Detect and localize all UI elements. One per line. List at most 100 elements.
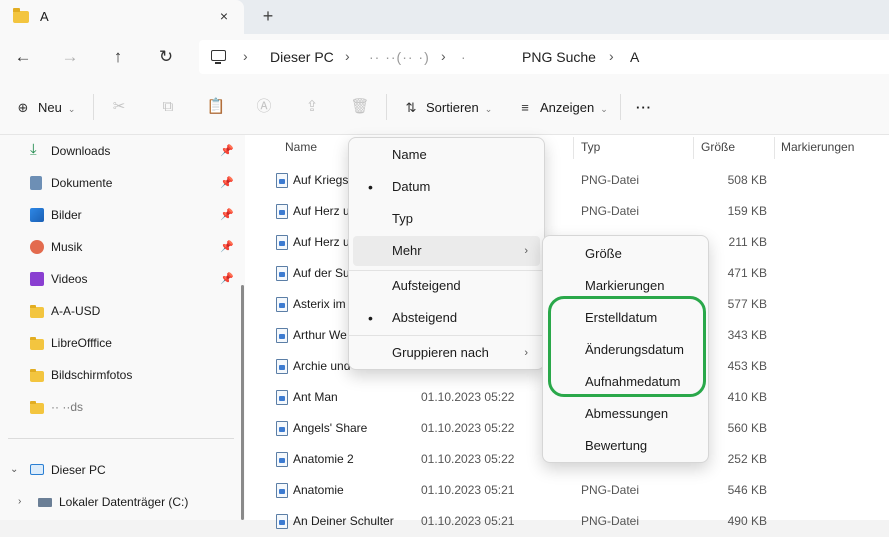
png-file-icon: [276, 328, 288, 343]
delete-icon[interactable]: 🗑: [349, 96, 371, 118]
menu-item-type[interactable]: Typ: [353, 204, 540, 234]
chevron-right-icon[interactable]: ›: [18, 496, 21, 507]
column-header-size[interactable]: Größe: [701, 140, 735, 154]
file-name: Anatomie 2: [293, 452, 354, 466]
menu-item-date[interactable]: • Datum: [353, 172, 540, 202]
music-icon: [30, 240, 44, 254]
pin-icon[interactable]: 📌: [220, 268, 234, 290]
menu-item-descending[interactable]: • Absteigend: [353, 303, 540, 333]
menu-item-rating[interactable]: Bewertung: [547, 431, 704, 461]
sort-icon: ⇅: [405, 100, 417, 115]
column-divider[interactable]: [774, 137, 775, 159]
sidebar-item-pictures[interactable]: Bilder 📌: [30, 204, 235, 226]
toolbar-divider: [620, 94, 621, 120]
pin-icon[interactable]: 📌: [220, 236, 234, 258]
column-header-name[interactable]: Name: [285, 140, 317, 154]
menu-item-dimensions[interactable]: Abmessungen: [547, 399, 704, 429]
tab-bar: A × +: [0, 0, 889, 34]
pin-icon[interactable]: 📌: [220, 140, 234, 162]
chevron-right-icon: ›: [524, 347, 528, 359]
sidebar-item-downloads[interactable]: ⤓ Downloads 📌: [30, 140, 235, 162]
file-name: Anatomie: [293, 483, 344, 497]
chevron-right-icon[interactable]: ›: [345, 48, 350, 64]
png-file-icon: [276, 452, 288, 467]
sort-button[interactable]: ⇅ Sortieren ⌄: [402, 98, 493, 118]
sidebar-item-libreoffice[interactable]: LibreOfffice: [30, 332, 235, 354]
pin-icon[interactable]: 📌: [220, 204, 234, 226]
menu-item-group-by[interactable]: Gruppieren nach ›: [353, 338, 540, 368]
table-row[interactable]: Auf Kriegs PNG-Datei 508 KB: [245, 165, 889, 196]
sidebar-item-label: Musik: [51, 240, 83, 254]
file-size: 490 KB: [727, 514, 767, 528]
sidebar-item-bildschirmfotos[interactable]: Bildschirmfotos: [30, 364, 235, 386]
file-type: PNG-Datei: [581, 204, 640, 218]
menu-item-label: Gruppieren nach: [392, 345, 489, 360]
breadcrumb-this-pc[interactable]: Dieser PC: [270, 49, 334, 65]
column-header-type[interactable]: Typ: [581, 140, 600, 154]
chevron-right-icon[interactable]: ›: [441, 48, 446, 64]
png-file-icon: [276, 514, 288, 529]
refresh-icon[interactable]: ↻: [154, 46, 178, 68]
column-divider[interactable]: [693, 137, 694, 159]
share-icon[interactable]: ⇪: [301, 96, 323, 118]
address-bar[interactable]: › Dieser PC › ·· ··(·· ·) › · PNG Suche …: [199, 40, 889, 74]
rename-icon[interactable]: Ⓐ: [253, 96, 275, 118]
chevron-down-icon[interactable]: ⌄: [10, 464, 18, 475]
column-header-tags[interactable]: Markierungen: [781, 140, 854, 154]
menu-item-more[interactable]: Mehr ›: [353, 236, 540, 266]
sort-menu: Name • Datum Typ Mehr › Aufsteigend • Abste…: [348, 137, 545, 370]
close-icon[interactable]: ×: [215, 7, 233, 25]
table-row[interactable]: An Deiner Schulter 01.10.2023 05:21 PNG-Da…: [245, 506, 889, 537]
cut-icon[interactable]: ✂: [108, 96, 130, 118]
paste-icon[interactable]: 📋: [205, 96, 227, 118]
computer-icon: [30, 464, 44, 475]
pin-icon[interactable]: 📌: [220, 172, 234, 194]
file-name: Arthur We: [293, 328, 347, 342]
nav-scrollbar[interactable]: [241, 285, 244, 520]
file-name: Asterix im: [293, 297, 346, 311]
new-tab-icon[interactable]: +: [258, 6, 278, 26]
sidebar-item-local-disk[interactable]: Lokaler Datenträger (C:): [38, 491, 243, 513]
toolbar-divider: [386, 94, 387, 120]
more-options-icon[interactable]: ···: [636, 98, 652, 118]
up-icon[interactable]: ↑: [106, 46, 130, 68]
menu-item-ascending[interactable]: Aufsteigend: [353, 271, 540, 301]
file-size: 577 KB: [727, 297, 767, 311]
file-name: Angels' Share: [293, 421, 368, 435]
chevron-right-icon[interactable]: ›: [243, 48, 248, 64]
column-divider[interactable]: [573, 137, 574, 159]
breadcrumb-a[interactable]: A: [630, 49, 639, 65]
file-size: 343 KB: [727, 328, 767, 342]
breadcrumb-png-suche[interactable]: PNG Suche: [522, 49, 596, 65]
sidebar-item-documents[interactable]: Dokumente 📌: [30, 172, 235, 194]
view-button[interactable]: ≡ Anzeigen ⌄: [516, 98, 608, 118]
file-name: An Deiner Schulter: [293, 514, 394, 528]
sidebar-item-label: Bildschirmfotos: [51, 368, 133, 382]
file-size: 453 KB: [727, 359, 767, 373]
back-icon[interactable]: ←: [11, 46, 35, 68]
menu-item-label: Absteigend: [392, 310, 458, 325]
menu-item-name[interactable]: Name: [353, 140, 540, 170]
sidebar-item-blurred[interactable]: ·· ··ds: [30, 396, 235, 418]
table-row[interactable]: Anatomie 01.10.2023 05:21 PNG-Datei 546 KB: [245, 475, 889, 506]
forward-icon[interactable]: →: [58, 46, 82, 68]
png-file-icon: [276, 297, 288, 312]
copy-icon[interactable]: ⧉: [157, 96, 179, 118]
png-file-icon: [276, 359, 288, 374]
tab-a[interactable]: A ×: [0, 0, 244, 34]
menu-item-label: Mehr: [392, 243, 422, 258]
new-button[interactable]: ⊕ Neu ⌄: [14, 98, 76, 118]
breadcrumb-blurred-1[interactable]: ·· ··(·· ·): [369, 49, 430, 65]
menu-item-label: Abmessungen: [585, 406, 669, 421]
address-toolbar: ← → ↑ ↻ › Dieser PC › ·· ··(·· ·) › · PN…: [0, 34, 889, 80]
sidebar-item-videos[interactable]: Videos 📌: [30, 268, 235, 290]
menu-item-size[interactable]: Größe: [547, 239, 704, 269]
sidebar-item-a-a-usd[interactable]: A-A-USD: [30, 300, 235, 322]
sidebar-item-this-pc[interactable]: Dieser PC: [30, 459, 235, 481]
chevron-right-icon[interactable]: ›: [609, 48, 614, 64]
table-row[interactable]: Auf Herz u PNG-Datei 159 KB: [245, 196, 889, 227]
drive-icon: [38, 498, 52, 507]
sort-label: Sortieren: [426, 100, 479, 115]
sidebar-item-music[interactable]: Musik 📌: [30, 236, 235, 258]
breadcrumb-blurred-2[interactable]: ·: [461, 49, 467, 65]
